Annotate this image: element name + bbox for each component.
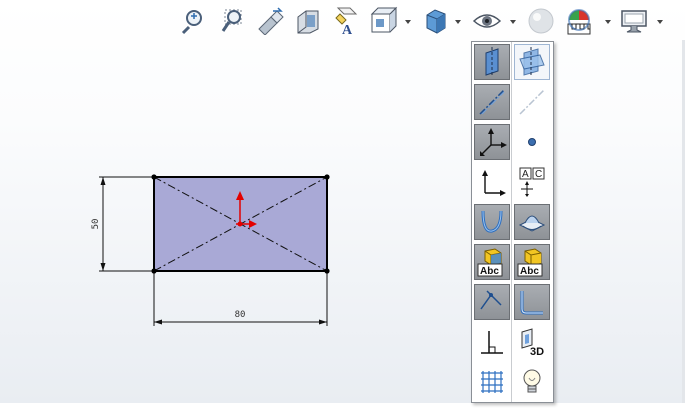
view-all-planes-icon[interactable] [514,44,550,80]
view-all-annotations-icon[interactable]: Abc [514,244,550,280]
view-orientation-icon[interactable] [368,6,398,36]
height-dimension[interactable]: 50 [91,176,152,272]
display-style-icon[interactable] [421,6,451,36]
view-annotations-icon[interactable]: Abc [474,244,510,280]
view-sketches-icon[interactable] [474,284,510,320]
sketch-point[interactable] [151,268,157,274]
view-orientation-dropdown-icon[interactable] [404,18,412,26]
svg-text:Abc: Abc [520,266,539,277]
view-axes-icon[interactable] [474,84,510,120]
edit-appearance-icon[interactable] [526,6,556,36]
height-dimension-value: 50 [91,219,101,230]
width-dimension[interactable]: 80 [153,273,328,326]
previous-view-icon[interactable] [255,6,285,36]
hide-show-items-icon[interactable] [472,6,502,36]
view-temporary-axes-icon[interactable] [514,84,550,120]
view-coordinate-systems-icon[interactable] [474,164,510,200]
view-planes-icon[interactable] [474,44,510,80]
view-3d-sketch-planes-icon[interactable] [514,284,550,320]
view-3d-sketch-icon[interactable]: 3D [514,324,550,360]
svg-text:C: C [535,169,542,180]
zoom-to-fit-icon[interactable] [178,6,208,36]
view-grid-icon[interactable] [474,364,510,400]
view-origins-icon[interactable] [474,124,510,160]
sketch-point[interactable] [324,268,330,274]
view-settings-dropdown-icon[interactable] [656,18,664,26]
section-view-icon[interactable] [292,6,322,36]
view-surfaces-icon[interactable] [514,204,550,240]
view-lights-icon[interactable] [514,364,550,400]
svg-text:A: A [342,23,353,36]
apply-scene-dropdown-icon[interactable] [604,18,612,26]
graphics-area[interactable]: 50 80 [0,40,470,403]
view-dimension-names-icon[interactable]: A C [514,164,550,200]
svg-text:3D: 3D [530,346,544,358]
view-points-icon[interactable] [514,124,550,160]
zoom-to-area-icon[interactable] [218,6,248,36]
view-settings-icon[interactable] [619,6,649,36]
view-sketch-relations-icon[interactable] [474,324,510,360]
svg-text:A: A [522,169,529,180]
sketch-point[interactable] [324,174,330,180]
hide-show-items-flyout: A C Abc Abc 3D [471,41,554,403]
sketch-view: 50 80 [91,174,330,326]
apply-scene-icon[interactable] [564,6,594,36]
heads-up-view-toolbar: A [175,2,685,40]
panel-divider [511,42,512,402]
svg-text:Abc: Abc [480,266,499,277]
hide-show-items-dropdown-icon[interactable] [509,18,517,26]
dynamic-annotation-views-icon[interactable]: A [330,6,360,36]
display-style-dropdown-icon[interactable] [454,18,462,26]
view-curves-icon[interactable] [474,204,510,240]
sketch-point[interactable] [151,174,157,180]
width-dimension-value: 80 [235,310,246,320]
